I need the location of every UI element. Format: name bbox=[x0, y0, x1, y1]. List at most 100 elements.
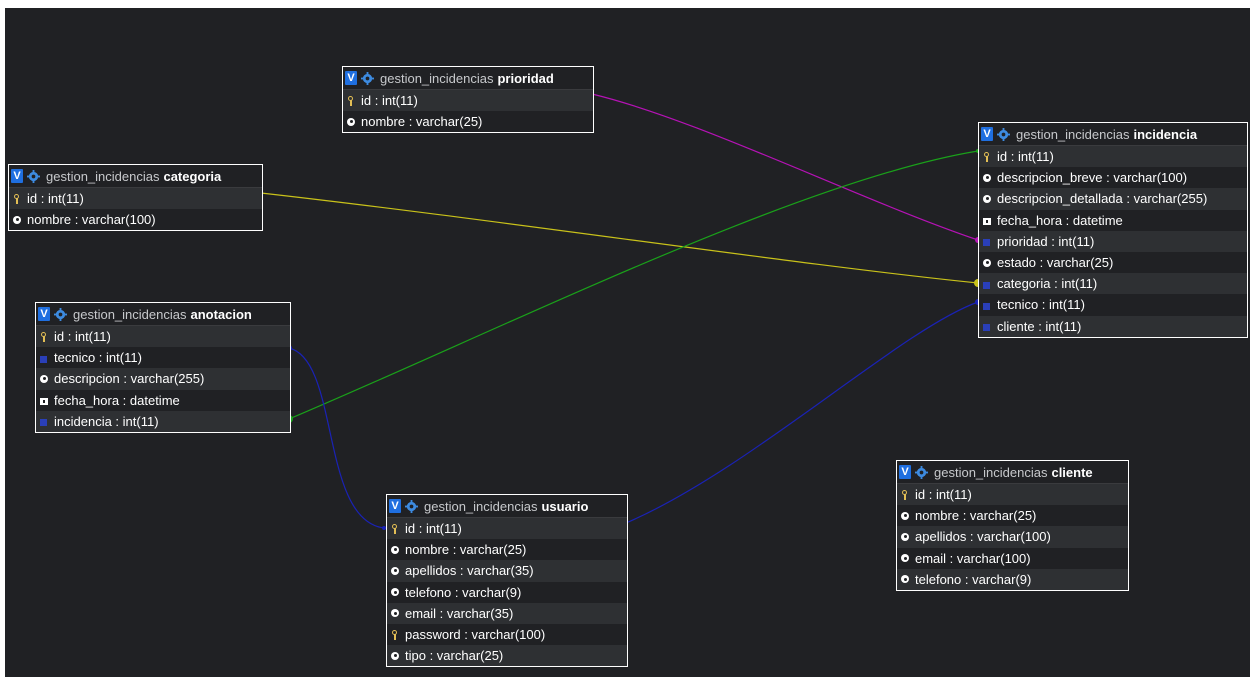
foreign-key-icon bbox=[982, 299, 992, 311]
field-label: nombre : varchar(25) bbox=[405, 542, 527, 558]
table-field-row[interactable]: prioridad : int(11) bbox=[979, 230, 1247, 252]
table-incidencia[interactable]: Vgestion_incidencias incidencia id : int(1… bbox=[978, 122, 1248, 338]
field-label: descripcion : varchar(255) bbox=[54, 371, 205, 387]
table-header[interactable]: Vgestion_incidencias usuario bbox=[387, 495, 627, 518]
table-field-row[interactable]: categoria : int(11) bbox=[979, 273, 1247, 295]
table-field-row[interactable]: nombre : varchar(25) bbox=[387, 539, 627, 561]
table-field-row[interactable]: id : int(11) bbox=[897, 484, 1128, 506]
table-field-row[interactable]: nombre : varchar(25) bbox=[897, 505, 1128, 527]
field-label: password : varchar(100) bbox=[405, 627, 546, 643]
table-database-name: gestion_incidencias bbox=[380, 70, 494, 86]
string-icon bbox=[982, 193, 992, 205]
field-label: nombre : varchar(100) bbox=[27, 212, 156, 228]
table-database-name: gestion_incidencias bbox=[934, 464, 1048, 480]
field-label: apellidos : varchar(35) bbox=[405, 563, 534, 579]
table-field-row[interactable]: tipo : varchar(25) bbox=[387, 645, 627, 667]
table-field-row[interactable]: email : varchar(35) bbox=[387, 602, 627, 624]
table-name: usuario bbox=[541, 498, 589, 514]
field-label: descripcion_detallada : varchar(255) bbox=[997, 191, 1208, 207]
string-icon bbox=[900, 573, 910, 585]
table-usuario[interactable]: Vgestion_incidencias usuario id : int(11) n… bbox=[386, 494, 628, 668]
table-field-row[interactable]: nombre : varchar(100) bbox=[9, 209, 262, 231]
table-field-row[interactable]: password : varchar(100) bbox=[387, 623, 627, 646]
table-field-row[interactable]: incidencia : int(11) bbox=[36, 410, 290, 432]
datetime-icon bbox=[39, 394, 49, 406]
field-label: email : varchar(100) bbox=[915, 550, 1031, 566]
table-field-row[interactable]: id : int(11) bbox=[979, 146, 1247, 168]
field-label: fecha_hora : datetime bbox=[997, 212, 1123, 228]
key-icon bbox=[982, 151, 992, 163]
view-toggle-icon[interactable]: V bbox=[11, 169, 23, 183]
field-label: tecnico : int(11) bbox=[54, 350, 142, 366]
table-field-row[interactable]: id : int(11) bbox=[343, 90, 593, 112]
table-cliente[interactable]: Vgestion_incidencias clienteid : int(11) n… bbox=[896, 460, 1129, 591]
key-icon bbox=[390, 629, 400, 641]
table-fields: id : int(11) descripcion_breve : varchar(… bbox=[979, 146, 1247, 337]
table-fields: id : int(11) nombre : varchar(25) apellido… bbox=[897, 484, 1128, 590]
field-label: tecnico : int(11) bbox=[997, 297, 1085, 313]
gear-icon[interactable] bbox=[915, 465, 928, 479]
key-icon bbox=[12, 193, 22, 205]
table-header[interactable]: Vgestion_incidencias cliente bbox=[897, 461, 1128, 484]
table-field-row[interactable]: descripcion_breve : varchar(100) bbox=[979, 167, 1247, 189]
field-label: id : int(11) bbox=[54, 329, 111, 345]
table-fields: id : int(11) nombre : varchar(25) apellido… bbox=[387, 518, 627, 667]
table-field-row[interactable]: fecha_hora : datetime bbox=[979, 209, 1247, 231]
table-field-row[interactable]: tecnico : int(11) bbox=[979, 294, 1247, 316]
table-header[interactable]: Vgestion_incidencias categoria bbox=[9, 165, 262, 188]
string-icon bbox=[390, 586, 400, 598]
field-label: apellidos : varchar(100) bbox=[915, 529, 1051, 545]
field-label: id : int(11) bbox=[997, 149, 1054, 165]
field-label: tipo : varchar(25) bbox=[405, 648, 504, 664]
table-field-row[interactable]: estado : varchar(25) bbox=[979, 251, 1247, 274]
gear-icon[interactable] bbox=[405, 499, 418, 513]
view-toggle-icon[interactable]: V bbox=[345, 71, 357, 85]
view-toggle-icon[interactable]: V bbox=[981, 127, 993, 141]
view-toggle-icon[interactable]: V bbox=[899, 465, 911, 479]
table-field-row[interactable]: id : int(11) bbox=[387, 518, 627, 540]
table-name: incidencia bbox=[1133, 126, 1198, 142]
table-field-row[interactable]: cliente : int(11) bbox=[979, 315, 1247, 337]
table-field-row[interactable]: id : int(11) bbox=[9, 188, 262, 210]
field-label: fecha_hora : datetime bbox=[54, 392, 180, 408]
field-label: id : int(11) bbox=[27, 191, 84, 207]
table-field-row[interactable]: apellidos : varchar(100) bbox=[897, 526, 1128, 548]
gear-icon[interactable] bbox=[361, 71, 374, 85]
field-label: email : varchar(35) bbox=[405, 605, 514, 621]
table-field-row[interactable]: telefono : varchar(9) bbox=[387, 581, 627, 603]
field-label: prioridad : int(11) bbox=[997, 233, 1095, 249]
table-field-row[interactable]: tecnico : int(11) bbox=[36, 347, 290, 369]
field-label: nombre : varchar(25) bbox=[361, 114, 483, 130]
table-field-row[interactable]: nombre : varchar(25) bbox=[343, 111, 593, 133]
table-categoria[interactable]: Vgestion_incidencias categoriaid : int(11… bbox=[8, 164, 263, 232]
table-field-row[interactable]: telefono : varchar(9) bbox=[897, 568, 1128, 590]
table-field-row[interactable]: email : varchar(100) bbox=[897, 547, 1128, 569]
foreign-key-icon bbox=[982, 235, 992, 247]
field-label: estado : varchar(25) bbox=[997, 255, 1114, 271]
table-field-row[interactable]: apellidos : varchar(35) bbox=[387, 560, 627, 582]
table-field-row[interactable]: descripcion_detallada : varchar(255) bbox=[979, 188, 1247, 210]
gear-icon[interactable] bbox=[997, 127, 1010, 141]
table-database-name: gestion_incidencias bbox=[424, 498, 538, 514]
table-anotacion[interactable]: Vgestion_incidencias anotacionid : int(11… bbox=[35, 302, 291, 433]
table-field-row[interactable]: fecha_hora : datetime bbox=[36, 389, 290, 411]
table-header[interactable]: Vgestion_incidencias incidencia bbox=[979, 123, 1247, 146]
view-toggle-icon[interactable]: V bbox=[38, 307, 50, 321]
gear-icon[interactable] bbox=[27, 169, 40, 183]
view-toggle-icon[interactable]: V bbox=[389, 499, 401, 513]
table-prioridad[interactable]: Vgestion_incidencias prioridad id : int(11… bbox=[342, 66, 594, 134]
gear-icon[interactable] bbox=[54, 307, 67, 321]
table-header[interactable]: Vgestion_incidencias prioridad bbox=[343, 67, 593, 90]
table-name: anotacion bbox=[190, 306, 252, 322]
table-field-row[interactable]: id : int(11) bbox=[36, 326, 290, 348]
string-icon bbox=[900, 531, 910, 543]
field-label: categoria : int(11) bbox=[997, 276, 1098, 292]
table-header[interactable]: Vgestion_incidencias anotacion bbox=[36, 303, 290, 326]
table-name: categoria bbox=[163, 168, 222, 184]
field-label: id : int(11) bbox=[915, 487, 972, 503]
key-icon bbox=[900, 489, 910, 501]
field-label: telefono : varchar(9) bbox=[405, 584, 522, 600]
string-icon bbox=[12, 214, 22, 226]
table-name: prioridad bbox=[497, 70, 554, 86]
table-field-row[interactable]: descripcion : varchar(255) bbox=[36, 368, 290, 390]
